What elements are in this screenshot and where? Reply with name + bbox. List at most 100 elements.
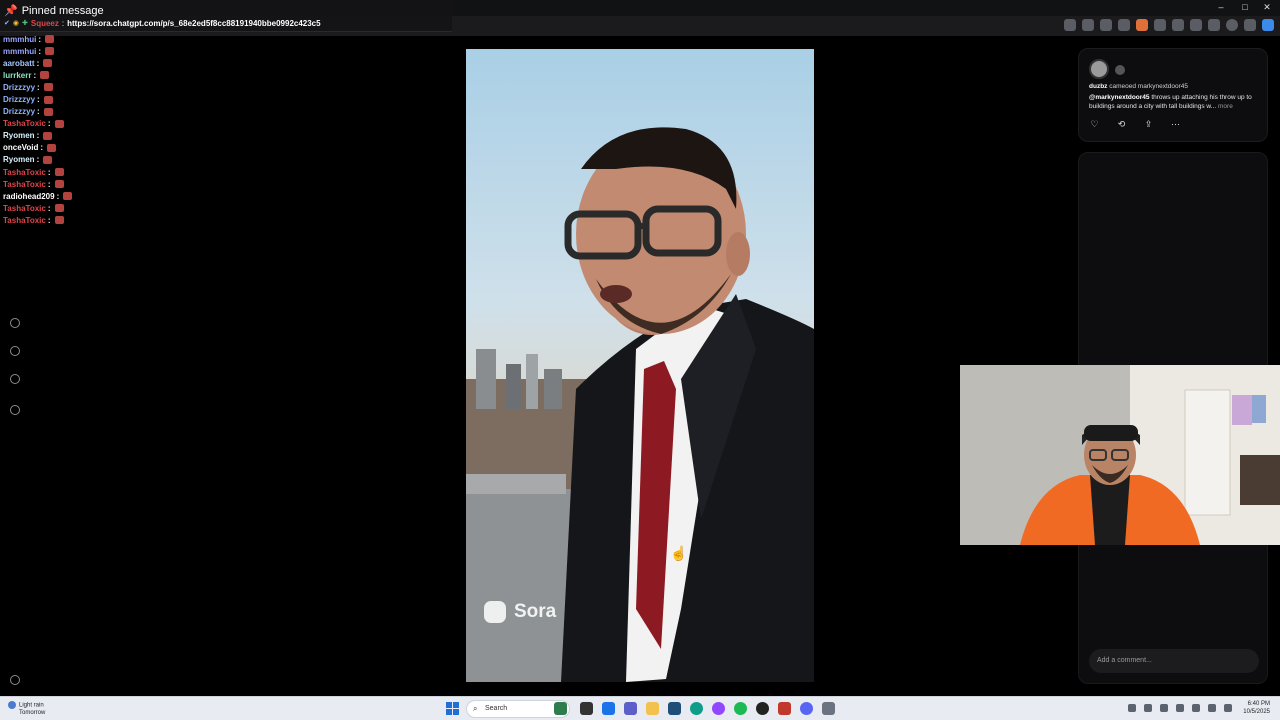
spotify-icon[interactable] — [734, 702, 747, 715]
menu-dots-icon[interactable] — [1244, 19, 1256, 31]
read-aloud-icon[interactable] — [1064, 19, 1076, 31]
extension-icon[interactable] — [1118, 19, 1130, 31]
taskbar-app-icon[interactable] — [668, 702, 681, 715]
network-icon[interactable] — [1208, 704, 1216, 712]
sora-logo-icon — [484, 601, 506, 623]
weather-icon — [8, 701, 16, 709]
edge-icon[interactable] — [690, 702, 703, 715]
share-icon[interactable]: ⇪ — [1143, 119, 1154, 130]
taskbar-app-icon[interactable] — [580, 702, 593, 715]
copilot-icon[interactable] — [1262, 19, 1274, 31]
chat-message: TashaToxic: — [3, 214, 203, 226]
collections-icon[interactable] — [1208, 19, 1220, 31]
chat-message: TashaToxic: — [3, 202, 203, 214]
post-more-link[interactable]: more — [1218, 103, 1233, 110]
chat-emote-icon — [43, 155, 53, 164]
chat-username[interactable]: Drizzzyy — [3, 83, 35, 92]
taskbar-app-icon[interactable] — [624, 702, 637, 715]
comment-input[interactable]: Add a comment... — [1089, 649, 1259, 673]
obs-icon[interactable] — [756, 702, 769, 715]
chat-username[interactable]: TashaToxic — [3, 204, 46, 213]
pin-icon: 📌 — [4, 5, 18, 17]
favorites-icon[interactable] — [1190, 19, 1202, 31]
extensions-puzzle-icon[interactable] — [1172, 19, 1184, 31]
chat-username[interactable]: lurrkerr — [3, 71, 31, 80]
chat-username[interactable]: aarobatt — [3, 59, 35, 68]
discord-icon[interactable] — [800, 702, 813, 715]
chat-username[interactable]: TashaToxic — [3, 168, 46, 177]
tray-app-icon[interactable] — [1160, 704, 1168, 712]
favorite-star-icon[interactable] — [1082, 19, 1094, 31]
battery-icon[interactable] — [1224, 704, 1232, 712]
clock[interactable]: 6:40 PM 10/5/2025 — [1243, 700, 1270, 716]
chat-username[interactable]: Drizzzyy — [3, 95, 35, 104]
chat-emote-icon — [54, 119, 64, 128]
chat-message: mmmhui: — [3, 33, 203, 45]
volume-icon[interactable] — [1192, 704, 1200, 712]
microphone-icon[interactable] — [1176, 704, 1184, 712]
screen: – □ ✕ 📌 Pinned message ✔ ◉ ✚ Squeez: ht… — [0, 0, 1280, 720]
chat-username[interactable]: TashaToxic — [3, 216, 46, 225]
pinned-username[interactable]: Squeez — [31, 19, 59, 28]
chat-username[interactable]: TashaToxic — [3, 119, 46, 128]
search-icon[interactable] — [10, 346, 20, 356]
home-icon[interactable] — [10, 318, 20, 328]
chat-emote-icon — [45, 47, 55, 56]
webcam-overlay — [960, 365, 1280, 545]
chat-emote-icon — [54, 168, 64, 177]
windows-start-icon[interactable] — [446, 702, 459, 715]
chat-message: Ryomen: — [3, 130, 203, 142]
notification-icon[interactable] — [10, 374, 20, 384]
taskbar-app-icon[interactable] — [712, 702, 725, 715]
chat-username[interactable]: Ryomen — [3, 155, 35, 164]
minimize-icon[interactable]: – — [1210, 2, 1232, 12]
clock-date: 10/5/2025 — [1243, 709, 1270, 715]
file-explorer-icon[interactable] — [646, 702, 659, 715]
chat-username[interactable]: mmmhui — [3, 35, 36, 44]
chat-username[interactable]: TashaToxic — [3, 180, 46, 189]
pinned-link[interactable]: https://sora.chatgpt.com/p/s_68e2ed5f8cc… — [67, 19, 320, 28]
tray-app-icon[interactable] — [1144, 704, 1152, 712]
clock-time: 6:40 PM — [1247, 701, 1270, 707]
sora-watermark-text: Sora — [514, 601, 557, 622]
chat-message: Drizzzyy: — [3, 81, 203, 93]
post-author[interactable]: duzbz — [1089, 83, 1107, 90]
more-icon[interactable]: ⋯ — [1170, 119, 1181, 130]
chat-message: radiohead209: — [3, 190, 203, 202]
post-cameo-text: cameoed markynextdoor45 — [1109, 83, 1188, 90]
chat-emote-icon — [63, 192, 73, 201]
maximize-icon[interactable]: □ — [1234, 2, 1256, 12]
post-mention[interactable]: @markynextdoor45 — [1089, 94, 1150, 101]
close-icon[interactable]: ✕ — [1256, 2, 1278, 13]
pinned-message: 📌 Pinned message ✔ ◉ ✚ Squeez : https://… — [0, 0, 452, 32]
chat-username[interactable]: radiohead209 — [3, 192, 55, 201]
chat-username[interactable]: mmmhui — [3, 47, 36, 56]
weather-widget[interactable]: Light rain Tomorrow — [8, 701, 45, 717]
video-player[interactable]: Sora — [466, 49, 814, 682]
chat-username[interactable]: Drizzzyy — [3, 107, 35, 116]
chat-username[interactable]: onceVoid — [3, 143, 38, 152]
author-avatar[interactable] — [1089, 59, 1109, 79]
profile-icon[interactable] — [10, 405, 20, 415]
extension-icon[interactable] — [1136, 19, 1148, 31]
extension-icon[interactable] — [1154, 19, 1166, 31]
settings-icon[interactable] — [10, 675, 20, 685]
heart-icon[interactable]: ♡ — [1089, 119, 1100, 130]
profile-avatar[interactable] — [1226, 19, 1238, 31]
video-frame — [466, 127, 814, 682]
cameo-avatar[interactable] — [1115, 65, 1125, 75]
chat-emote-icon — [54, 204, 64, 213]
chat-message: Drizzzyy: — [3, 106, 203, 118]
extension-icon[interactable] — [1100, 19, 1112, 31]
chat-emote-icon — [47, 143, 57, 152]
chat-username[interactable]: Ryomen — [3, 131, 35, 140]
taskbar-app-icon[interactable] — [602, 702, 615, 715]
taskbar-app-icon[interactable] — [554, 702, 567, 715]
chat-emote-icon — [54, 216, 64, 225]
badge-icon: ✔ — [4, 19, 10, 27]
chat-message: TashaToxic: — [3, 178, 203, 190]
taskbar-app-icon[interactable] — [778, 702, 791, 715]
remix-icon[interactable]: ⟲ — [1116, 119, 1127, 130]
chevron-up-icon[interactable] — [1128, 704, 1136, 712]
settings-icon[interactable] — [822, 702, 835, 715]
